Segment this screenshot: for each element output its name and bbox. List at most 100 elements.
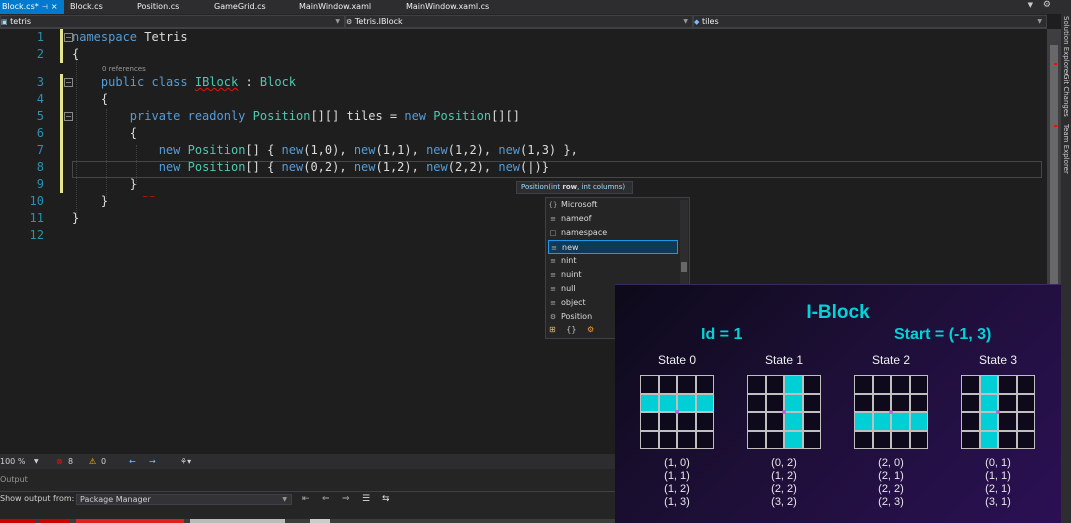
code-line-10: 10 } (0, 193, 1040, 210)
completion-item[interactable]: ≡ nint (548, 254, 678, 268)
grid-cell (909, 393, 928, 412)
pin-icon[interactable]: ⊣ (42, 3, 48, 11)
tab-overflow-dropdown-icon[interactable]: ▼ (1028, 1, 1033, 9)
output-source-value: Package Manager (80, 495, 151, 504)
keyword-icon: ≡ (550, 257, 556, 265)
code-text: { (72, 47, 80, 61)
grid-cell (658, 430, 677, 449)
arrow-right-icon[interactable]: → (149, 454, 156, 469)
class-icon: ⚙ (549, 313, 557, 321)
grid-cell (909, 375, 928, 394)
completion-item[interactable]: ≡ nameof (548, 212, 678, 226)
chevron-down-icon: ▼ (282, 496, 287, 503)
tab-position-cs[interactable]: Position.cs (135, 0, 179, 14)
error-count[interactable]: 8 (68, 454, 73, 469)
grid-cell (677, 375, 696, 394)
grid-cell-filled (854, 412, 873, 431)
warning-count[interactable]: 0 (101, 454, 106, 469)
codelens-references[interactable]: 0 references (102, 65, 146, 73)
error-icon[interactable]: ⊗ (56, 454, 63, 469)
position-text: (1, 1) (664, 470, 690, 482)
grid-cell-filled (979, 393, 998, 412)
grid-cell (891, 430, 910, 449)
tab-block-cs-modified[interactable]: Block.cs* ⊣ × (0, 0, 64, 14)
next-message-icon[interactable]: ⇒ (342, 492, 350, 506)
grid-cell (677, 430, 696, 449)
grid-cell-filled (909, 412, 928, 431)
taskbar-segment (310, 519, 330, 523)
tab-mainwindow-xaml-cs[interactable]: MainWindow.xaml.cs (404, 0, 489, 14)
tab-block-cs[interactable]: Block.cs (68, 0, 103, 14)
chevron-down-icon[interactable]: ▼ (34, 454, 39, 469)
completion-item[interactable]: □ namespace (548, 226, 678, 240)
state-grid (747, 375, 821, 449)
snippets-filter-icon[interactable]: ⊞ (549, 325, 556, 334)
git-changes-tab[interactable]: Git Changes (1062, 74, 1070, 117)
member-dropdown[interactable]: ◆ tiles ▼ (693, 15, 1047, 28)
gear-icon[interactable]: ⚙ (1043, 0, 1051, 10)
tab-mainwindow-xaml[interactable]: MainWindow.xaml (297, 0, 371, 14)
completion-item[interactable]: {} Microsoft (548, 198, 678, 212)
completion-item-selected[interactable]: ≡ new (548, 240, 678, 254)
classes-filter-icon[interactable]: ⚙ (587, 325, 594, 334)
grid-cell-filled (979, 430, 998, 449)
position-text: (2, 1) (985, 483, 1011, 495)
state-positions: (0, 1) (1, 1) (2, 1) (3, 1) (953, 457, 1043, 509)
solution-explorer-tab[interactable]: Solution Explorer (1062, 16, 1070, 76)
state-label: State 3 (978, 353, 1018, 367)
output-title: Output (0, 475, 28, 484)
brush-icon[interactable]: ⚘▾ (180, 454, 191, 469)
output-source-select[interactable]: Package Manager ▼ (76, 494, 292, 505)
zoom-level[interactable]: 100 % (0, 454, 25, 469)
grid-cell (1016, 393, 1035, 412)
line-number: 6 (36, 126, 44, 140)
project-dropdown[interactable]: ▣ tetris ▼ (0, 15, 345, 28)
change-marker (60, 91, 63, 108)
position-text: (2, 2) (771, 483, 797, 495)
position-text: (3, 1) (985, 496, 1011, 508)
grid-cell (998, 430, 1017, 449)
completion-label: null (561, 284, 576, 293)
grid-cell (802, 393, 821, 412)
code-line-5: 5 − private readonly Position[][] tiles … (0, 108, 1040, 125)
grid-cell (891, 393, 910, 412)
completion-label: Microsoft (561, 200, 598, 209)
grid-cell (747, 375, 766, 394)
line-number: 2 (36, 47, 44, 61)
prev-message-icon[interactable]: ⇐ (322, 492, 330, 506)
change-marker (60, 108, 63, 125)
close-icon[interactable]: × (51, 2, 58, 11)
position-text: (1, 2) (771, 470, 797, 482)
completion-item[interactable]: ≡ nuint (548, 268, 678, 282)
warning-icon[interactable]: ⚠ (89, 454, 96, 469)
code-text: { (72, 92, 109, 106)
member-name: tiles (701, 17, 719, 26)
arrow-left-icon[interactable]: ← (129, 454, 136, 469)
namespaces-filter-icon[interactable]: {} (566, 325, 576, 334)
grid-cell-filled (640, 393, 659, 412)
grid-cell (1016, 430, 1035, 449)
document-tab-strip: Block.cs* ⊣ × Block.cs Position.cs GameGri… (0, 0, 1071, 14)
grid-cell (854, 375, 873, 394)
right-tool-tabs: Solution Explorer Git Changes Team Explo… (1061, 14, 1071, 523)
type-dropdown[interactable]: ⚙ Tetris.IBlock ▼ (345, 15, 693, 28)
grid-cell (891, 375, 910, 394)
clear-all-icon[interactable]: ☰ (362, 492, 370, 506)
navigation-bar: ▣ tetris ▼ ⚙ Tetris.IBlock ▼ ◆ tiles ▼ (0, 14, 1047, 29)
word-wrap-icon[interactable]: ⇆ (382, 492, 390, 506)
change-marker (60, 46, 63, 63)
completion-scroll-thumb[interactable] (681, 262, 687, 272)
code-line-8: 8 new Position[] { new(0,2), new(1,2), n… (0, 159, 1040, 176)
rotation-state-0: State 0 (1, 0) (1, 1) (1, 2) (1, 3) (632, 353, 722, 509)
pivot-dot (889, 410, 893, 414)
team-explorer-tab[interactable]: Team Explorer (1062, 124, 1070, 174)
tab-label: MainWindow.xaml (299, 2, 372, 11)
position-text: (2, 1) (878, 470, 904, 482)
position-text: (1, 1) (985, 470, 1011, 482)
tab-gamegrid-cs[interactable]: GameGrid.cs (212, 0, 266, 14)
code-text: public class IBlock : Block (100, 75, 297, 89)
rotation-state-1: State 1 (0, 2) (1, 2) (2, 2) (3, 2) (739, 353, 829, 509)
find-in-output-icon[interactable]: ⇤ (302, 492, 310, 506)
grid-cell (747, 430, 766, 449)
line-number: 12 (29, 228, 44, 242)
